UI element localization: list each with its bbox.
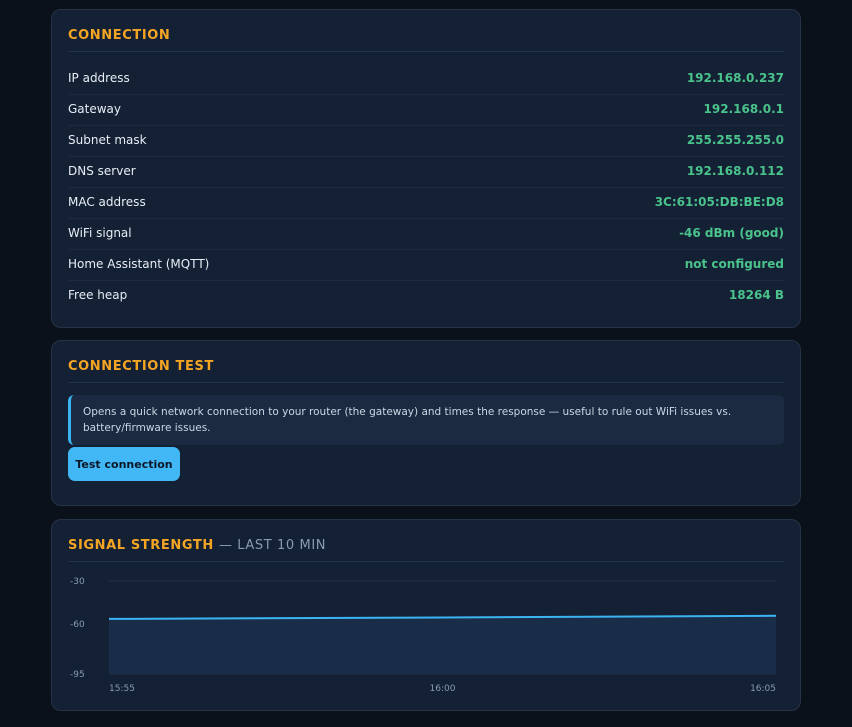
signal-strength-title: SIGNAL STRENGTH — LAST 10 MIN [68,538,784,562]
connection-row-value: not configured [684,257,784,271]
y-tick-label: -30 [70,577,85,587]
connection-row: Gateway 192.168.0.1 [68,94,784,126]
connection-card: CONNECTION IP address 192.168.0.237 Gatewa… [51,9,801,328]
signal-chart: -30 -60 -95 15:55 16:00 16:05 [70,577,777,694]
connection-row-label: Subnet mask [68,133,147,147]
connection-row-value: 18264 B [728,288,784,302]
connection-row-value: 192.168.0.1 [703,102,784,116]
connection-row-value: 3C:61:05:DB:BE:D8 [654,195,784,209]
connection-row-value: 192.168.0.112 [686,164,784,178]
connection-row: Home Assistant (MQTT) not configured [68,249,784,281]
connection-row-value: 255.255.255.0 [686,133,784,147]
connection-row-label: IP address [68,71,130,85]
connection-test-card: CONNECTION TEST Opens a quick network co… [51,340,801,506]
connection-row-label: Home Assistant (MQTT) [68,257,210,271]
connection-test-title: CONNECTION TEST [68,359,784,383]
y-tick-label: -95 [70,670,85,680]
signal-area [109,615,776,674]
connection-row-label: WiFi signal [68,226,132,240]
connection-row: MAC address 3C:61:05:DB:BE:D8 [68,187,784,219]
connection-row-value: -46 dBm (good) [679,226,784,240]
connection-row-value: 192.168.0.237 [686,71,784,85]
y-tick-label: -60 [70,620,85,630]
connection-row: IP address 192.168.0.237 [68,63,784,95]
x-tick-label: 16:00 [430,684,456,694]
test-connection-button[interactable]: Test connection [68,447,180,481]
x-tick-label: 15:55 [109,684,135,694]
connection-row: DNS server 192.168.0.112 [68,156,784,188]
connection-row: Free heap 18264 B [68,280,784,311]
signal-strength-card: SIGNAL STRENGTH — LAST 10 MIN -30 -60 -95 1… [51,519,801,711]
connection-row: Subnet mask 255.255.255.0 [68,125,784,157]
connection-test-note: Opens a quick network connection to your… [68,395,784,445]
signal-strength-heading: SIGNAL STRENGTH [68,538,214,553]
connection-title: CONNECTION [68,28,784,52]
connection-row-label: Gateway [68,102,122,116]
connection-row-label: Free heap [68,288,128,302]
connection-row: WiFi signal -46 dBm (good) [68,218,784,250]
x-tick-label: 16:05 [750,684,776,694]
signal-strength-subtitle: — LAST 10 MIN [218,538,327,553]
connection-row-label: MAC address [68,195,146,209]
connection-row-label: DNS server [68,164,136,178]
